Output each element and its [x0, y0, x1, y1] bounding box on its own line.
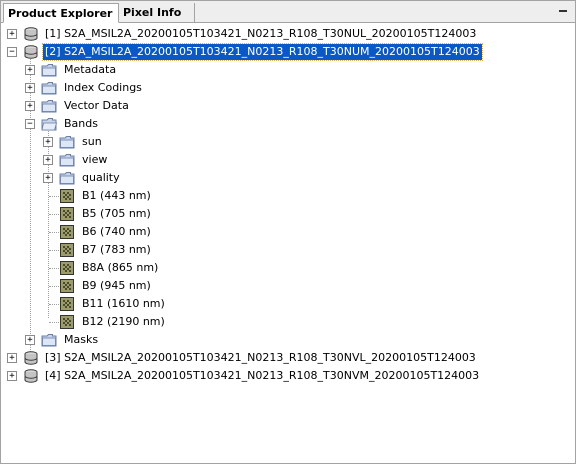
node-label[interactable]: Masks — [62, 332, 100, 348]
tree-connector — [49, 322, 59, 323]
node-label[interactable]: Metadata — [62, 62, 118, 78]
product-label[interactable]: [4] S2A_MSIL2A_20200105T103421_N0213_R10… — [43, 368, 481, 384]
product-icon — [24, 351, 38, 365]
band-label[interactable]: B7 (783 nm) — [80, 242, 153, 258]
tree-row-product-4[interactable]: + [4] S2A_MSIL2A_20200105T103421_N0213_R… — [1, 367, 575, 385]
band-icon — [60, 189, 74, 203]
expand-icon[interactable]: + — [7, 353, 17, 363]
tree-row-quality[interactable]: + quality — [1, 169, 575, 187]
band-label[interactable]: B12 (2190 nm) — [80, 314, 167, 330]
product-explorer-panel: Product Explorer Pixel Info + [1] S2A_MS… — [0, 0, 576, 464]
band-icon — [60, 315, 74, 329]
tree-row-band[interactable]: B1 (443 nm) — [1, 187, 575, 205]
folder-icon — [41, 334, 57, 347]
folder-icon — [59, 136, 75, 149]
tree-row-view[interactable]: + view — [1, 151, 575, 169]
open-folder-icon — [41, 118, 57, 131]
tree-row-metadata[interactable]: + Metadata — [1, 61, 575, 79]
band-label[interactable]: B9 (945 nm) — [80, 278, 153, 294]
product-icon — [24, 45, 38, 59]
tree-row-product-1[interactable]: + [1] S2A_MSIL2A_20200105T103421_N0213_R… — [1, 25, 575, 43]
tree-row-product-2[interactable]: − [2] S2A_MSIL2A_20200105T103421_N0213_R… — [1, 43, 575, 61]
product-label[interactable]: [3] S2A_MSIL2A_20200105T103421_N0213_R10… — [43, 350, 478, 366]
tab-pixel-info[interactable]: Pixel Info — [119, 3, 195, 22]
node-label[interactable]: Vector Data — [62, 98, 131, 114]
tree-connector — [49, 196, 59, 197]
band-icon — [60, 243, 74, 257]
folder-icon — [59, 154, 75, 167]
tree-connector — [49, 286, 59, 287]
tree-row-band[interactable]: B12 (2190 nm) — [1, 313, 575, 331]
tab-bar: Product Explorer Pixel Info — [1, 1, 575, 23]
node-label[interactable]: quality — [80, 170, 122, 186]
collapse-icon[interactable]: − — [25, 119, 35, 129]
tree-connector — [49, 268, 59, 269]
product-icon — [24, 369, 38, 383]
node-label[interactable]: view — [80, 152, 109, 168]
tree-row-band[interactable]: B6 (740 nm) — [1, 223, 575, 241]
tree-connector — [49, 232, 59, 233]
tree-row-band[interactable]: B11 (1610 nm) — [1, 295, 575, 313]
expand-icon[interactable]: + — [7, 29, 17, 39]
tree-row-sun[interactable]: + sun — [1, 133, 575, 151]
band-icon — [60, 261, 74, 275]
folder-icon — [41, 100, 57, 113]
expand-icon[interactable]: + — [25, 335, 35, 345]
band-label[interactable]: B8A (865 nm) — [80, 260, 160, 276]
tree-row-bands[interactable]: − Bands — [1, 115, 575, 133]
tree-row-index-codings[interactable]: + Index Codings — [1, 79, 575, 97]
band-label[interactable]: B5 (705 nm) — [80, 206, 153, 222]
expand-icon[interactable]: + — [25, 101, 35, 111]
expand-icon[interactable]: + — [43, 137, 53, 147]
tree-connector — [49, 304, 59, 305]
product-tree[interactable]: + [1] S2A_MSIL2A_20200105T103421_N0213_R… — [1, 23, 575, 463]
product-icon — [24, 27, 38, 41]
product-label[interactable]: [1] S2A_MSIL2A_20200105T103421_N0213_R10… — [43, 26, 478, 42]
tree-row-vector-data[interactable]: + Vector Data — [1, 97, 575, 115]
folder-icon — [41, 82, 57, 95]
collapse-icon[interactable]: − — [7, 47, 17, 57]
node-label[interactable]: Bands — [62, 116, 100, 132]
tab-product-explorer[interactable]: Product Explorer — [3, 3, 119, 23]
product-label[interactable]: [2] S2A_MSIL2A_20200105T103421_N0213_R10… — [42, 43, 483, 61]
band-label[interactable]: B11 (1610 nm) — [80, 296, 167, 312]
band-icon — [60, 207, 74, 221]
band-label[interactable]: B1 (443 nm) — [80, 188, 153, 204]
expand-icon[interactable]: + — [7, 371, 17, 381]
expand-icon[interactable]: + — [25, 83, 35, 93]
folder-icon — [59, 172, 75, 185]
tree-row-band[interactable]: B8A (865 nm) — [1, 259, 575, 277]
expand-icon[interactable]: + — [43, 173, 53, 183]
tree-row-masks[interactable]: + Masks — [1, 331, 575, 349]
minimize-icon[interactable] — [555, 3, 571, 19]
tree-row-band[interactable]: B5 (705 nm) — [1, 205, 575, 223]
band-label[interactable]: B6 (740 nm) — [80, 224, 153, 240]
band-icon — [60, 279, 74, 293]
tree-row-band[interactable]: B9 (945 nm) — [1, 277, 575, 295]
node-label[interactable]: sun — [80, 134, 104, 150]
expand-icon[interactable]: + — [25, 65, 35, 75]
tree-connector — [49, 250, 59, 251]
tree-row-product-3[interactable]: + [3] S2A_MSIL2A_20200105T103421_N0213_R… — [1, 349, 575, 367]
band-icon — [60, 297, 74, 311]
tree-connector — [49, 214, 59, 215]
tree-row-band[interactable]: B7 (783 nm) — [1, 241, 575, 259]
node-label[interactable]: Index Codings — [62, 80, 144, 96]
folder-icon — [41, 64, 57, 77]
expand-icon[interactable]: + — [43, 155, 53, 165]
band-icon — [60, 225, 74, 239]
